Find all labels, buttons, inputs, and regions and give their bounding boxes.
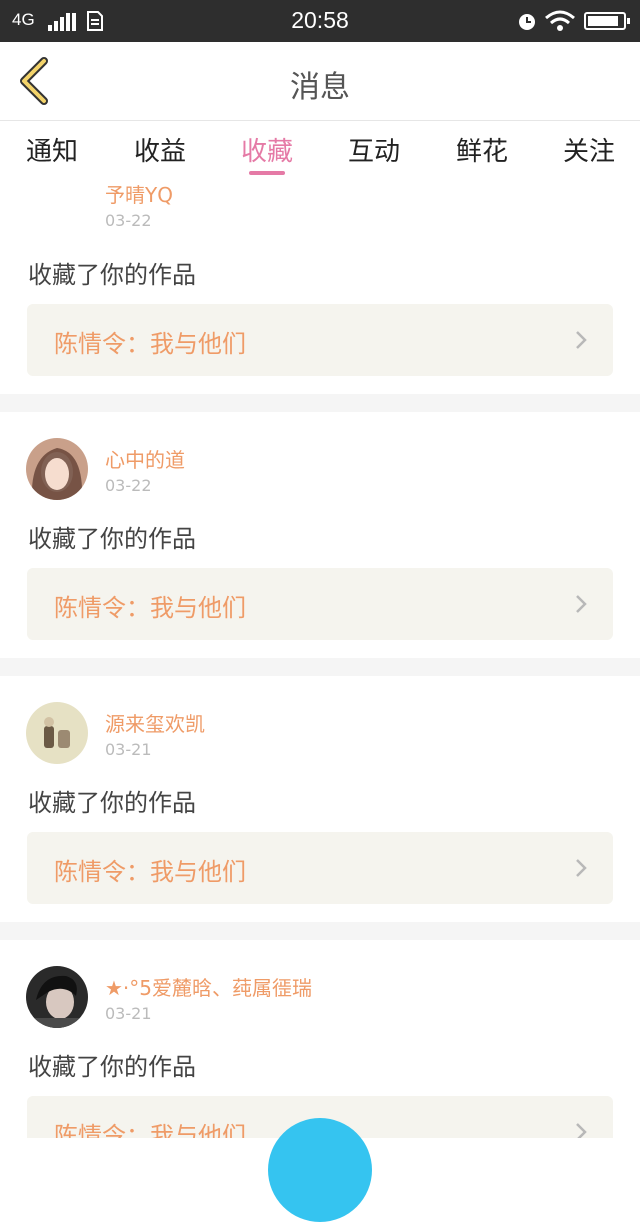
work-title: 陈情令：我与他们: [54, 1122, 246, 1138]
alarm-icon: [519, 14, 535, 30]
message-date: 03-22: [105, 211, 152, 230]
action-text: 收藏了你的作品: [28, 1053, 196, 1081]
tab-bar: 通知 收益 收藏 互动 鲜花 关注: [0, 121, 640, 175]
work-title: 陈情令：我与他们: [54, 594, 246, 622]
tab-notification[interactable]: 通知: [26, 131, 78, 168]
action-text: 收藏了你的作品: [28, 261, 196, 289]
avatar[interactable]: [26, 438, 88, 500]
floating-action-button[interactable]: [268, 1118, 372, 1222]
chevron-right-icon: [576, 859, 587, 877]
action-text: 收藏了你的作品: [28, 525, 196, 553]
avatar[interactable]: [26, 966, 88, 1028]
message-list[interactable]: 予晴YQ 03-22 收藏了你的作品 陈情令：我与他们 心中的道 03-22 收…: [0, 175, 640, 1138]
tab-earnings[interactable]: 收益: [134, 131, 186, 168]
message-card: 源来玺欢凯 03-21 收藏了你的作品 陈情令：我与他们: [0, 676, 640, 922]
message-card: 心中的道 03-22 收藏了你的作品 陈情令：我与他们: [0, 412, 640, 658]
page-title: 消息: [290, 70, 350, 105]
message-card: 予晴YQ 03-22 收藏了你的作品 陈情令：我与他们: [0, 175, 640, 394]
work-link[interactable]: 陈情令：我与他们: [27, 832, 613, 904]
wifi-icon: [545, 10, 575, 31]
work-link[interactable]: 陈情令：我与他们: [27, 568, 613, 640]
chevron-right-icon: [576, 331, 587, 349]
work-title: 陈情令：我与他们: [54, 330, 246, 358]
message-date: 03-21: [105, 1004, 152, 1023]
work-title: 陈情令：我与他们: [54, 858, 246, 886]
tab-interaction[interactable]: 互动: [348, 131, 400, 168]
tab-favorites[interactable]: 收藏: [241, 131, 293, 168]
username[interactable]: ★·°5爱麓晗、莼属徰瑞: [105, 972, 312, 1001]
message-date: 03-21: [105, 740, 152, 759]
status-bar: 4G 20:58: [0, 0, 640, 42]
username[interactable]: 心中的道: [105, 444, 185, 473]
work-link[interactable]: 陈情令：我与他们: [27, 304, 613, 376]
battery-icon: [584, 12, 630, 30]
username[interactable]: 予晴YQ: [105, 179, 173, 208]
username[interactable]: 源来玺欢凯: [105, 708, 205, 737]
message-date: 03-22: [105, 476, 152, 495]
chevron-right-icon: [576, 595, 587, 613]
tab-flowers[interactable]: 鲜花: [456, 131, 508, 168]
action-text: 收藏了你的作品: [28, 789, 196, 817]
avatar[interactable]: [26, 702, 88, 764]
chevron-right-icon: [576, 1123, 587, 1138]
app-header: 消息: [0, 42, 640, 121]
tab-following[interactable]: 关注: [563, 131, 615, 168]
message-card: ★·°5爱麓晗、莼属徰瑞 03-21 收藏了你的作品 陈情令：我与他们: [0, 940, 640, 1138]
